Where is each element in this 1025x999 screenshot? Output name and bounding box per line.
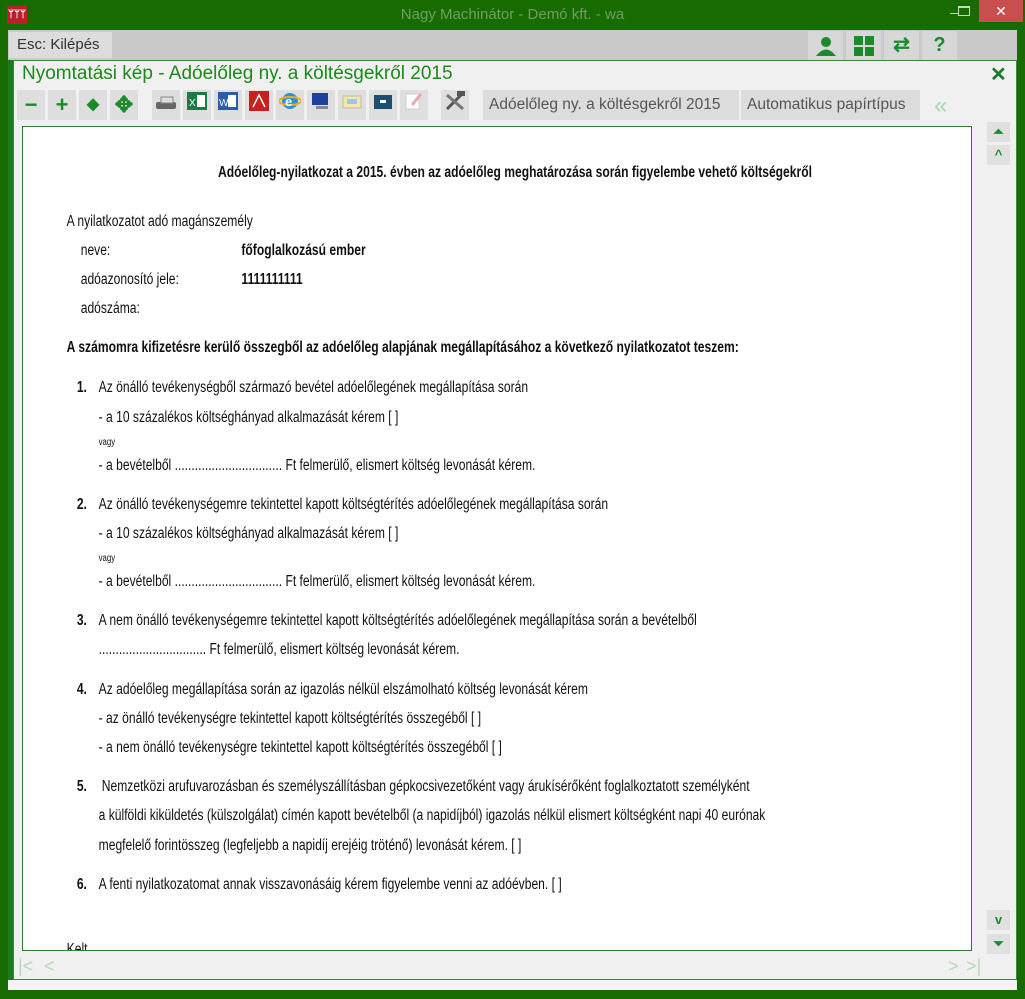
scroll-bottom-button[interactable]: ⏷: [987, 934, 1010, 954]
item-line: A nem önálló tevékenységemre tekintettel…: [98, 612, 697, 629]
item-line: - az önálló tevékenységre tekintettel ka…: [98, 710, 482, 727]
word-export-icon[interactable]: W: [214, 90, 242, 120]
window-title: Nagy Machinátor - Demó kft. - wa: [400, 6, 625, 23]
scroll-down-button[interactable]: v: [987, 910, 1010, 930]
next-page-button[interactable]: >: [948, 956, 959, 977]
taxnum-label: adószáma:: [80, 300, 140, 317]
item-line: - a 10 százalékos költséghányad alkalmaz…: [98, 525, 399, 542]
paper-type-button[interactable]: Automatikus papírtípus: [741, 90, 920, 120]
item-line: vagy: [98, 553, 116, 564]
svg-text:e: e: [285, 94, 292, 109]
fit-page-button[interactable]: ✥: [110, 90, 138, 120]
window-close-button[interactable]: ✕: [979, 0, 1023, 22]
item-number: 2.: [76, 496, 87, 513]
document-title: Adóelőleg-nyilatkozat a 2015. évben az a…: [218, 164, 812, 181]
person-label: A nyilatkozatot adó magánszemély: [66, 213, 253, 230]
item-number: 5.: [76, 778, 87, 795]
svg-text:X: X: [189, 98, 196, 109]
pdf-export-icon[interactable]: [245, 90, 273, 120]
name-value: főfoglalkozású ember: [241, 242, 366, 259]
prev-page-button[interactable]: <: [44, 956, 55, 977]
taxid-label: adóazonosító jele:: [80, 271, 179, 288]
item-line: ................................ Ft felm…: [98, 641, 460, 658]
svg-text:W: W: [219, 98, 229, 109]
item-line: megfelelő forintösszeg (legfeljebb a nap…: [98, 837, 522, 854]
monitor-icon[interactable]: [307, 90, 335, 120]
item-number: 4.: [76, 681, 87, 698]
declaration-heading: A számomra kifizetésre kerülő összegből …: [66, 339, 739, 356]
report-select-button[interactable]: Adóelőleg ny. a költésgekről 2015: [483, 90, 739, 120]
title-bar: ᛘᛘᛘ Nagy Machinátor - Demó kft. - wa – ✕: [0, 0, 1025, 30]
email-icon[interactable]: [338, 90, 366, 120]
tools-icon[interactable]: [441, 90, 469, 120]
item-number: 1.: [76, 379, 87, 396]
first-page-button[interactable]: |<: [18, 956, 33, 977]
item-line: vagy: [98, 437, 116, 448]
fit-width-button[interactable]: ◆: [79, 90, 107, 120]
swap-icon[interactable]: ⇄: [884, 31, 919, 60]
last-page-button[interactable]: >|: [966, 956, 981, 977]
print-icon[interactable]: [152, 90, 180, 120]
excel-export-icon[interactable]: X: [183, 90, 211, 120]
item-line: - a bevételből .........................…: [98, 573, 536, 590]
item-line: Az önálló tevékenységemre tekintettel ka…: [98, 496, 609, 513]
collapse-button[interactable]: «: [934, 92, 947, 120]
item-line: a külföldi kiküldetés (külszolgálat) cím…: [98, 807, 766, 824]
edit-icon: [400, 90, 428, 120]
item-line: - a bevételből .........................…: [98, 457, 536, 474]
item-line: - a nem önálló tevékenységre tekintettel…: [98, 739, 502, 756]
taxid-value: 1111111111: [241, 271, 303, 288]
archive-icon[interactable]: [369, 90, 397, 120]
browser-icon[interactable]: e: [276, 90, 304, 120]
panel-title: Nyomtatási kép - Adóelőleg ny. a költésg…: [22, 63, 453, 84]
document-page: Adóelőleg-nyilatkozat a 2015. évben az a…: [22, 126, 972, 951]
zoom-in-button[interactable]: +: [48, 90, 76, 120]
scroll-top-button[interactable]: ⏶: [987, 122, 1010, 142]
name-label: neve:: [80, 242, 111, 259]
zoom-out-button[interactable]: −: [17, 90, 45, 120]
user-icon[interactable]: [808, 31, 843, 60]
item-line: - a 10 százalékos költséghányad alkalmaz…: [98, 409, 399, 426]
grid-icon[interactable]: [846, 31, 881, 60]
date-label-partial: Kelt: [66, 941, 88, 951]
exit-button[interactable]: Esc: Kilépés: [9, 32, 112, 58]
item-line: A fenti nyilatkozatomat annak visszavoná…: [98, 876, 562, 893]
help-icon[interactable]: ?: [922, 31, 957, 60]
item-line: Az adóelőleg megállapítása során az igaz…: [98, 681, 588, 698]
item-line: Az önálló tevékenységből származó bevéte…: [98, 379, 529, 396]
item-number: 6.: [76, 876, 87, 893]
maximize-button[interactable]: [958, 6, 970, 16]
status-strip: [8, 980, 1017, 990]
item-number: 3.: [76, 612, 87, 629]
item-line: Nemzetközi arufuvarozásban és személyszá…: [101, 778, 750, 795]
scroll-up-button[interactable]: ^: [987, 145, 1010, 165]
panel-close-button[interactable]: ✕: [990, 62, 1007, 87]
